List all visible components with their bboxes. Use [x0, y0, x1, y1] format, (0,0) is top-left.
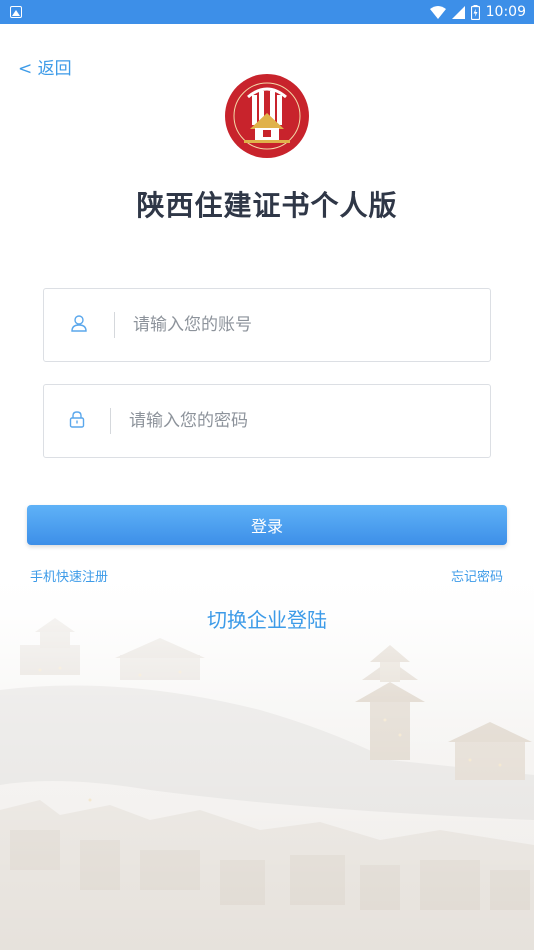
forgot-password-link[interactable]: 忘记密码: [451, 566, 503, 585]
field-divider: [110, 408, 111, 434]
field-divider: [114, 312, 115, 338]
user-icon: [70, 314, 88, 336]
signal-icon: [451, 5, 465, 19]
wifi-icon: [429, 5, 446, 19]
password-field[interactable]: [43, 384, 491, 458]
status-bar: 10:09: [0, 0, 534, 24]
app-logo: [224, 73, 310, 159]
account-input[interactable]: [133, 315, 453, 335]
login-button-label: 登录: [250, 517, 283, 536]
notification-icon: [10, 6, 22, 18]
page-title: 陕西住建证书个人版: [136, 189, 398, 222]
login-button[interactable]: 登录: [27, 505, 507, 545]
register-link[interactable]: 手机快速注册: [30, 566, 108, 585]
password-input[interactable]: [129, 411, 449, 431]
back-label: < 返回: [18, 59, 72, 79]
battery-icon: [470, 4, 480, 20]
lock-icon: [68, 410, 86, 432]
account-field[interactable]: [43, 288, 491, 362]
switch-enterprise-login-link[interactable]: 切换企业登陆: [0, 604, 534, 633]
back-button[interactable]: < 返回: [18, 54, 72, 79]
status-time: 10:09: [485, 4, 526, 20]
